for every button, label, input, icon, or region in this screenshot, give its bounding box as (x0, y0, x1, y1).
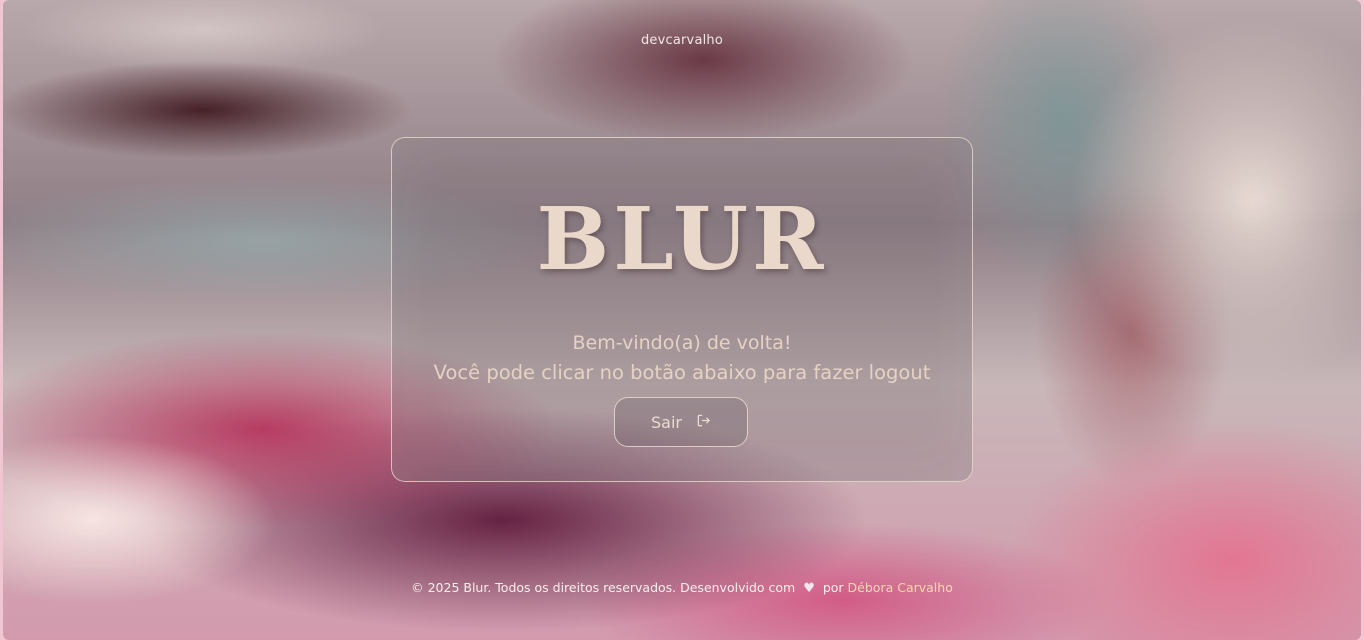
logout-button-label: Sair (651, 412, 682, 432)
blurred-background: devcarvalho BLUR Bem-vindo(a) de volta! … (3, 0, 1361, 640)
footer: © 2025 Blur. Todos os direitos reservado… (3, 580, 1361, 596)
site-brand[interactable]: devcarvalho (3, 33, 1361, 48)
author-link[interactable]: Débora Carvalho (848, 580, 953, 595)
logout-instruction: Você pode clicar no botão abaixo para fa… (433, 361, 931, 384)
footer-by: por (822, 580, 844, 595)
footer-copyright: © 2025 Blur. Todos os direitos reservado… (411, 580, 796, 595)
glass-card: BLUR Bem-vindo(a) de volta! Você pode cl… (391, 137, 973, 482)
welcome-message: Bem-vindo(a) de volta! (572, 332, 792, 354)
heart-icon: ♥ (803, 581, 815, 596)
logout-button[interactable]: Sair (614, 397, 748, 447)
logout-icon (696, 413, 711, 432)
blur-logo: BLUR (536, 189, 828, 290)
